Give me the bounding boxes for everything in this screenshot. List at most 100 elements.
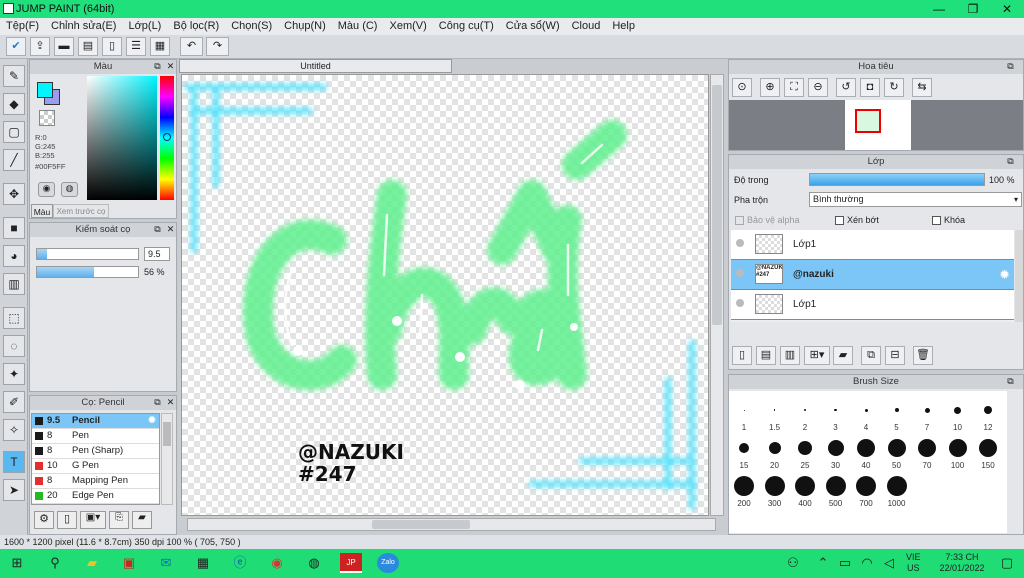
zalo-icon[interactable]: Zalo [377,553,399,573]
brush-size-option[interactable]: 3 [821,399,851,435]
float-icon[interactable]: ⧉ [152,61,163,72]
show-hidden-icons[interactable]: ⌃ [812,553,834,573]
layer-row[interactable]: Lớp1 [731,230,1014,260]
rotate-right-icon[interactable]: ↻ [884,78,904,97]
people-icon[interactable]: ⚇ [782,553,804,573]
main-color-swatch[interactable] [37,82,53,98]
brush-list-scrollbar[interactable] [161,413,173,505]
layer-row[interactable]: @NAZUKI #247 @nazuki ✹ [731,260,1014,290]
store-icon[interactable]: ▦ [192,553,214,573]
brush-size-option[interactable]: 40 [851,437,881,473]
brush-size-option[interactable]: 7 [912,399,942,435]
minimize-button[interactable]: — [922,0,956,18]
media-app-icon[interactable]: ◍ [303,553,325,573]
float-icon[interactable]: ⧉ [1005,61,1016,72]
menu-view[interactable]: Xem(V) [383,18,432,32]
redo-button[interactable]: ↷ [206,37,229,56]
brush-size-option[interactable]: 300 [760,475,790,511]
menu-file[interactable]: Tệp(F) [0,18,45,32]
message-icon[interactable]: ▤ [78,37,98,56]
new-1bit-layer-icon[interactable]: ▥ [780,346,800,365]
menu-window[interactable]: Cửa sổ(W) [500,18,566,32]
jump-paint-taskbar-icon[interactable]: JP [340,553,362,573]
comment-icon[interactable]: ▬ [54,37,74,56]
language-indicator[interactable]: VIE US [906,552,921,574]
opacity-value[interactable]: 56 % [144,267,165,277]
blend-mode-select[interactable]: Bình thường ▾ [809,192,1022,207]
notifications-icon[interactable]: ▢ [996,553,1018,573]
eye-icon[interactable] [736,269,744,277]
brush-list-scroll-thumb[interactable] [163,422,171,446]
canvas-horizontal-scrollbar[interactable] [187,518,716,531]
clock[interactable]: 7:33 CH 22/01/2022 [936,552,988,574]
float-icon[interactable]: ⧉ [152,224,163,235]
search-icon[interactable]: ⚲ [44,553,66,573]
document-icon[interactable]: ▯ [102,37,122,56]
layer-row[interactable]: Lớp1 [731,290,1014,320]
delete-layer-icon[interactable]: 🗑 [913,346,933,365]
pencil-tool-icon[interactable]: ✎ [3,65,25,87]
volume-icon[interactable]: ◁ [878,553,900,573]
eye-icon[interactable] [736,239,744,247]
lasso-tool-icon[interactable]: ◌ [3,335,25,357]
brush-size-option[interactable]: 12 [973,399,1003,435]
transparent-swatch[interactable] [39,110,55,126]
brush-size-option[interactable]: 200 [729,475,759,511]
brush-size-option[interactable]: 400 [790,475,820,511]
new-8bit-layer-icon[interactable]: ▤ [756,346,776,365]
brush-size-option[interactable]: 20 [760,437,790,473]
brush-size-option[interactable]: 50 [882,437,912,473]
zoom-out-icon[interactable]: ⊖ [808,78,828,97]
brush-settings-icon[interactable]: ⚙ [34,511,54,529]
brush-list-item[interactable]: 9.5 Pencil ✹ [32,414,159,429]
brush-list-item[interactable]: 8 Pen [32,429,159,444]
menu-filter[interactable]: Bộ lọc(R) [167,18,225,32]
brush-size-value[interactable]: 9.5 [144,247,170,261]
fill-rect-tool-icon[interactable]: ■ [3,217,25,239]
brush-size-option[interactable]: 1 [729,399,759,435]
operation-tool-icon[interactable]: ➤ [3,479,25,501]
layer-folder-icon[interactable]: ▰ [833,346,853,365]
brush-size-option[interactable]: 4 [851,399,881,435]
horizontal-scroll-thumb[interactable] [372,520,470,529]
close-button[interactable]: ✕ [990,0,1024,18]
brush-size-option[interactable]: 5 [882,399,912,435]
navigator-thumbnail[interactable] [845,100,911,150]
brush-size-option[interactable]: 100 [943,437,973,473]
new-brush-icon[interactable]: ▯ [57,511,77,529]
add-layer-menu-icon[interactable]: ⊞▾ [804,346,830,365]
list-icon[interactable]: ☰ [126,37,146,56]
rectangle-tool-icon[interactable]: ▢ [3,121,25,143]
protect-alpha-checkbox[interactable] [735,216,744,226]
float-icon[interactable]: ⧉ [1005,376,1016,387]
fit-window-icon[interactable]: ⛶ [784,78,804,97]
brush-size-option[interactable]: 10 [943,399,973,435]
gift-app-icon[interactable]: ▣ [118,553,140,573]
select-eraser-tool-icon[interactable]: ✧ [3,419,25,441]
check-icon[interactable]: ✔ [6,37,26,56]
move-tool-icon[interactable]: ✥ [3,183,25,205]
brush-size-option[interactable]: 25 [790,437,820,473]
mail-icon[interactable]: ✉ [155,553,177,573]
edge-browser-icon[interactable]: ⓔ [229,553,251,573]
network-icon[interactable]: ▭ [834,553,856,573]
undo-button[interactable]: ↶ [180,37,203,56]
copy-brush-icon[interactable]: ⎘ [109,511,129,529]
brush-size-option[interactable]: 500 [821,475,851,511]
gear-icon[interactable]: ✹ [148,414,156,428]
menu-help[interactable]: Help [606,18,641,32]
saturation-value-picker[interactable] [87,76,157,200]
document-tab[interactable]: Untitled [179,59,452,73]
export-icon[interactable]: ⇪ [30,37,50,56]
menu-capture[interactable]: Chụp(N) [278,18,332,32]
float-icon[interactable]: ⧉ [152,397,163,408]
brush-list-item[interactable]: 20 Edge Pen [32,489,159,504]
brush-menu-icon[interactable]: ▣▾ [80,511,106,529]
rotate-left-icon[interactable]: ↺ [836,78,856,97]
brush-size-option[interactable]: 1000 [882,475,912,511]
menu-tools[interactable]: Công cụ(T) [433,18,500,32]
eraser-tool-icon[interactable]: ◆ [3,93,25,115]
brush-size-option[interactable]: 150 [973,437,1003,473]
float-icon[interactable]: ⧉ [1005,156,1016,167]
close-icon[interactable]: ✕ [165,397,176,408]
